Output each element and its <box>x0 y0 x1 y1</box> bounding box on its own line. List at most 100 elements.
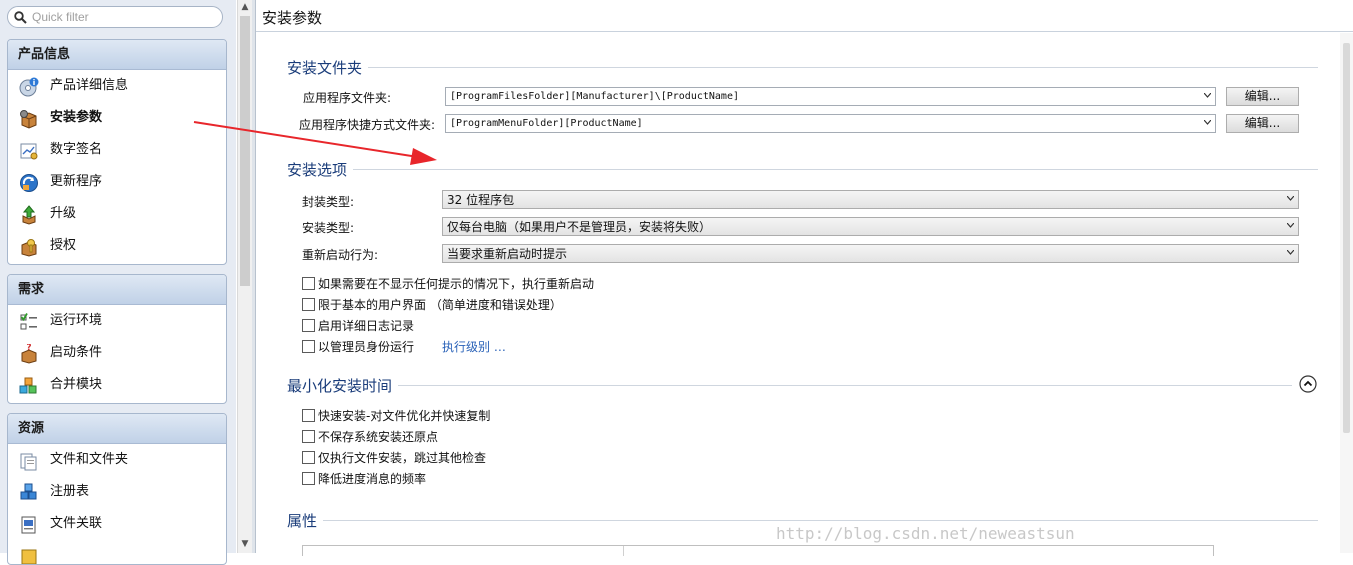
upgrade-icon <box>22 205 36 225</box>
checkbox-box[interactable] <box>302 340 315 353</box>
properties-table[interactable] <box>302 545 1214 556</box>
checkbox-label: 快速安装-对文件优化并快速复制 <box>318 409 491 423</box>
section-rule <box>287 385 1292 386</box>
execution-level-link[interactable]: 执行级别 … <box>442 338 506 355</box>
sidebar-item-runtime[interactable]: 运行环境 <box>8 305 226 337</box>
checkbox-box[interactable] <box>302 472 315 485</box>
sidebar-scrollbar[interactable]: ▲ ▼ <box>237 0 252 553</box>
checkbox-label: 限于基本的用户界面 （简单进度和错误处理） <box>318 298 562 312</box>
checkbox-label: 以管理员身份运行 <box>318 340 415 354</box>
app-folder-label: 应用程序文件夹: <box>303 91 392 105</box>
quick-filter[interactable] <box>7 6 223 28</box>
checkbox-box[interactable] <box>302 277 315 290</box>
chevron-down-icon <box>1287 196 1294 201</box>
scrollbar-thumb[interactable] <box>1343 43 1350 433</box>
scroll-down-icon[interactable]: ▼ <box>240 539 250 549</box>
checkbox-no-restore-point[interactable]: 不保存系统安装还原点 <box>302 428 438 445</box>
chevron-down-icon <box>1287 250 1294 255</box>
checkbox-box[interactable] <box>302 298 315 311</box>
content-scrollbar[interactable] <box>1340 33 1353 553</box>
group-header[interactable]: 产品信息 <box>8 40 226 70</box>
sidebar-item-license[interactable]: 授权 <box>8 230 226 262</box>
checkbox-reduce-progress[interactable]: 降低进度消息的频率 <box>302 470 426 487</box>
reboot-behavior-label: 重新启动行为: <box>302 248 379 262</box>
file-association-icon <box>21 516 36 534</box>
checkbox-verbose-log[interactable]: 启用详细日志记录 <box>302 317 414 334</box>
section-title-minimize: 最小化安装时间 <box>287 375 399 396</box>
sidebar-item-label: 运行环境 <box>50 313 103 328</box>
sidebar-item-label: 升级 <box>50 206 77 221</box>
merge-module-icon <box>19 377 37 394</box>
chevron-down-icon <box>1204 120 1211 125</box>
package-type-label: 封装类型: <box>302 195 355 209</box>
install-type-label: 安装类型: <box>302 221 355 235</box>
license-icon <box>21 239 37 257</box>
scrollbar-thumb[interactable] <box>240 16 250 286</box>
checkbox-box[interactable] <box>302 409 315 422</box>
package-gear-icon <box>20 110 37 129</box>
sidebar-item-label: 数字签名 <box>50 142 103 157</box>
checkbox-box[interactable] <box>302 451 315 464</box>
section-title-install-options: 安装选项 <box>287 159 354 180</box>
scroll-up-icon[interactable]: ▲ <box>240 2 250 12</box>
sidebar-item-label: 授权 <box>50 238 77 253</box>
install-params-panel: 安装参数 安装文件夹 应用程序文件夹: [ProgramFilesFolder]… <box>256 0 1353 556</box>
install-type-value: 仅每台电脑（如果用户不是管理员，安装将失败） <box>447 220 712 234</box>
sidebar-item-registry[interactable]: 注册表 <box>8 476 226 508</box>
group-header[interactable]: 需求 <box>8 275 226 305</box>
sidebar-item-product-details[interactable]: 产品详细信息 <box>8 70 226 102</box>
sidebar-item-install-params[interactable]: 安装参数 <box>8 102 226 134</box>
sidebar-item-launch-conditions[interactable]: ? 启动条件 <box>8 337 226 369</box>
checkbox-label: 启用详细日志记录 <box>318 319 415 333</box>
checkbox-silent-reboot[interactable]: 如果需要在不显示任何提示的情况下，执行重新启动 <box>302 275 594 292</box>
navigation-panel: 产品信息 产品详细信息 安装参数 数字签名 <box>0 0 236 565</box>
checkbox-box[interactable] <box>302 430 315 443</box>
checkbox-basic-ui[interactable]: 限于基本的用户界面 （简单进度和错误处理） <box>302 296 562 313</box>
chevron-down-icon <box>1287 223 1294 228</box>
app-folder-combo[interactable]: [ProgramFilesFolder][Manufacturer]\[Prod… <box>445 87 1216 106</box>
quick-filter-input[interactable] <box>32 9 217 25</box>
package-type-value: 32 位程序包 <box>447 193 515 207</box>
watermark: http://blog.csdn.net/neweastsun <box>776 524 1075 543</box>
column-divider <box>623 546 624 556</box>
package-type-select[interactable]: 32 位程序包 <box>442 190 1299 209</box>
search-icon <box>14 11 27 24</box>
checkbox-files-only[interactable]: 仅执行文件安装，跳过其他检查 <box>302 449 486 466</box>
checkbox-label: 仅执行文件安装，跳过其他检查 <box>318 451 487 465</box>
sidebar-item-merge-modules[interactable]: 合并模块 <box>8 369 226 401</box>
section-rule <box>287 520 1318 521</box>
sidebar-item-file-associations[interactable]: 文件关联 <box>8 508 226 540</box>
shortcut-folder-value: [ProgramMenuFolder][ProductName] <box>450 118 643 129</box>
divider <box>256 31 1353 32</box>
sidebar-item-upgrade[interactable]: 升级 <box>8 198 226 230</box>
section-rule <box>287 169 1318 170</box>
group-header[interactable]: 资源 <box>8 414 226 444</box>
registry-icon <box>20 483 37 500</box>
sidebar-item-updater[interactable]: 更新程序 <box>8 166 226 198</box>
checkbox-run-as-admin[interactable]: 以管理员身份运行 <box>302 338 414 355</box>
checkbox-fast-install[interactable]: 快速安装-对文件优化并快速复制 <box>302 407 490 424</box>
shortcut-folder-label: 应用程序快捷方式文件夹: <box>299 118 436 132</box>
install-type-select[interactable]: 仅每台电脑（如果用户不是管理员，安装将失败） <box>442 217 1299 236</box>
checkbox-label: 不保存系统安装还原点 <box>318 430 439 444</box>
sidebar-item-digital-signature[interactable]: 数字签名 <box>8 134 226 166</box>
sidebar-item-label: 合并模块 <box>50 377 103 392</box>
group-resources: 资源 文件和文件夹 注册表 文件关联 <box>7 413 227 565</box>
sidebar-item-label: 产品详细信息 <box>50 78 129 93</box>
reboot-behavior-select[interactable]: 当要求重新启动时提示 <box>442 244 1299 263</box>
checkbox-label: 如果需要在不显示任何提示的情况下，执行重新启动 <box>318 277 595 291</box>
collapse-icon[interactable] <box>1299 375 1317 393</box>
checkbox-box[interactable] <box>302 319 315 332</box>
edit-app-folder-button[interactable]: 编辑... <box>1226 87 1299 106</box>
cd-info-icon <box>19 77 39 97</box>
edit-shortcut-folder-button[interactable]: 编辑... <box>1226 114 1299 133</box>
update-icon <box>20 174 38 192</box>
sidebar-item-label: 文件关联 <box>50 516 103 531</box>
shortcut-folder-combo[interactable]: [ProgramMenuFolder][ProductName] <box>445 114 1216 133</box>
group-product-info: 产品信息 产品详细信息 安装参数 数字签名 更新程序 升级 授权 <box>7 39 227 265</box>
reboot-behavior-value: 当要求重新启动时提示 <box>447 247 568 261</box>
group-requirements: 需求 运行环境 ? 启动条件 合并模块 <box>7 274 227 404</box>
sidebar-item-files-folders[interactable]: 文件和文件夹 <box>8 444 226 476</box>
sidebar-item-label: 注册表 <box>50 484 90 499</box>
section-title-install-folder: 安装文件夹 <box>287 57 369 78</box>
